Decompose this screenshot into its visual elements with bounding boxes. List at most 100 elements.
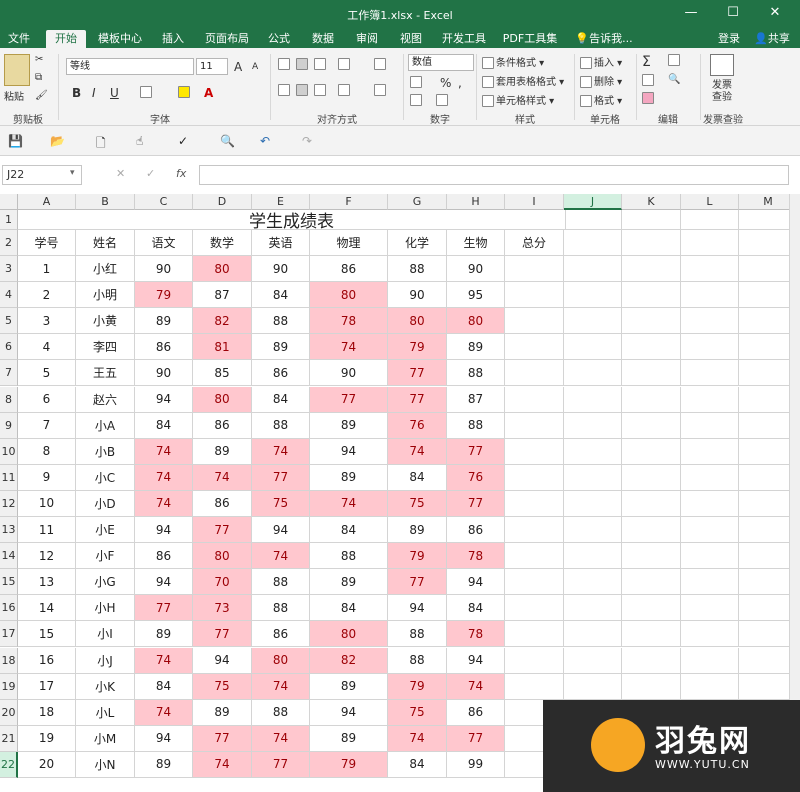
table-cell[interactable]: 88	[447, 412, 505, 439]
table-cell[interactable]: 74	[135, 438, 193, 465]
table-cell[interactable]: 小明	[76, 282, 135, 309]
table-cell[interactable]: 77	[193, 621, 252, 648]
table-cell[interactable]	[564, 595, 622, 622]
column-header-g[interactable]: G	[388, 194, 447, 210]
table-cell[interactable]: 82	[193, 308, 252, 335]
tab-pdf-tools[interactable]: PDF工具集	[500, 30, 560, 48]
table-cell[interactable]: 84	[135, 412, 193, 439]
table-cell[interactable]: 94	[388, 595, 447, 622]
row-header[interactable]: 15	[0, 569, 18, 596]
table-cell[interactable]: 小K	[76, 673, 135, 700]
table-cell[interactable]: 84	[310, 517, 388, 544]
table-cell[interactable]: 94	[135, 725, 193, 752]
table-cell[interactable]: 74	[135, 490, 193, 517]
table-cell[interactable]	[681, 569, 739, 596]
row-header[interactable]: 19	[0, 673, 18, 700]
table-cell[interactable]: 74	[252, 438, 310, 465]
table-cell[interactable]: 小E	[76, 517, 135, 544]
table-cell[interactable]: 84	[388, 464, 447, 491]
italic-button[interactable]: I	[92, 86, 96, 100]
table-cell[interactable]: 小N	[76, 751, 135, 778]
table-cell[interactable]: 74	[252, 673, 310, 700]
table-cell[interactable]: 84	[252, 386, 310, 413]
table-cell[interactable]: 李四	[76, 334, 135, 361]
table-cell[interactable]	[622, 543, 681, 570]
table-cell[interactable]	[564, 256, 622, 283]
table-cell[interactable]	[681, 360, 739, 387]
column-header-k[interactable]: K	[622, 194, 681, 210]
border-icon[interactable]	[140, 86, 154, 98]
table-cell[interactable]	[622, 490, 681, 517]
delete-cells-button[interactable]: 删除 ▾	[580, 73, 622, 88]
copy-icon[interactable]: ⧉	[35, 72, 42, 83]
table-cell[interactable]	[622, 673, 681, 700]
spelling-check-icon[interactable]: ✓	[178, 134, 188, 148]
align-left-icon[interactable]	[278, 84, 292, 96]
table-cell[interactable]: 89	[310, 725, 388, 752]
tab-review[interactable]: 审阅	[350, 30, 384, 48]
tab-file[interactable]: 文件	[2, 30, 36, 48]
table-cell[interactable]: 89	[310, 569, 388, 596]
row-header[interactable]: 1	[0, 210, 18, 230]
paste-button[interactable]: 粘贴	[4, 88, 24, 103]
tab-template[interactable]: 模板中心	[92, 30, 148, 48]
table-cell[interactable]: 79	[135, 282, 193, 309]
table-cell[interactable]: 77	[447, 438, 505, 465]
table-cell[interactable]	[564, 282, 622, 309]
table-cell[interactable]: 82	[310, 647, 388, 674]
tab-view[interactable]: 视图	[394, 30, 428, 48]
table-cell[interactable]: 74	[388, 438, 447, 465]
table-cell[interactable]	[681, 621, 739, 648]
table-cell[interactable]: 小I	[76, 621, 135, 648]
table-cell[interactable]	[622, 360, 681, 387]
table-cell[interactable]	[681, 412, 739, 439]
table-cell[interactable]: 94	[193, 647, 252, 674]
table-cell[interactable]: 77	[388, 569, 447, 596]
formula-input[interactable]	[199, 165, 789, 185]
table-cell[interactable]: 74	[252, 543, 310, 570]
table-cell[interactable]: 94	[310, 438, 388, 465]
table-cell[interactable]: 87	[193, 282, 252, 309]
table-cell[interactable]: 80	[193, 386, 252, 413]
table-cell[interactable]: 90	[135, 256, 193, 283]
table-cell[interactable]: 小G	[76, 569, 135, 596]
touch-mode-icon[interactable]: ☝	[136, 134, 143, 148]
table-cell[interactable]	[622, 438, 681, 465]
table-cell[interactable]: 89	[135, 751, 193, 778]
table-cell[interactable]: 小J	[76, 647, 135, 674]
table-cell[interactable]	[505, 282, 564, 309]
merge-icon[interactable]	[374, 84, 388, 96]
table-cell[interactable]: 77	[447, 725, 505, 752]
table-cell[interactable]	[622, 256, 681, 283]
table-cell[interactable]	[622, 230, 681, 256]
table-cell[interactable]: 6	[18, 386, 76, 413]
table-cell[interactable]	[564, 569, 622, 596]
conditional-format-button[interactable]: 条件格式 ▾	[482, 54, 544, 69]
table-cell[interactable]: 13	[18, 569, 76, 596]
table-cell[interactable]: 20	[18, 751, 76, 778]
table-cell[interactable]: 15	[18, 621, 76, 648]
table-cell[interactable]	[622, 334, 681, 361]
table-cell[interactable]: 18	[18, 699, 76, 726]
table-cell[interactable]: 88	[388, 621, 447, 648]
table-cell[interactable]: 小黄	[76, 308, 135, 335]
row-header[interactable]: 16	[0, 595, 18, 622]
table-cell[interactable]: 76	[447, 464, 505, 491]
tab-home[interactable]: 开始	[46, 30, 86, 48]
table-cell[interactable]	[681, 438, 739, 465]
table-cell[interactable]: 86	[135, 334, 193, 361]
table-cell[interactable]: 74	[193, 464, 252, 491]
table-cell[interactable]	[505, 464, 564, 491]
table-cell[interactable]: 74	[252, 725, 310, 752]
table-cell[interactable]: 84	[447, 595, 505, 622]
table-cell[interactable]: 94	[135, 517, 193, 544]
table-cell[interactable]	[505, 490, 564, 517]
align-top-icon[interactable]	[278, 58, 292, 70]
table-cell[interactable]: 89	[388, 517, 447, 544]
align-middle-icon[interactable]	[296, 58, 310, 70]
row-header[interactable]: 17	[0, 621, 18, 648]
table-cell[interactable]: 86	[447, 699, 505, 726]
table-cell[interactable]: 90	[135, 360, 193, 387]
tab-formulas[interactable]: 公式	[262, 30, 296, 48]
table-cell[interactable]: 89	[252, 334, 310, 361]
